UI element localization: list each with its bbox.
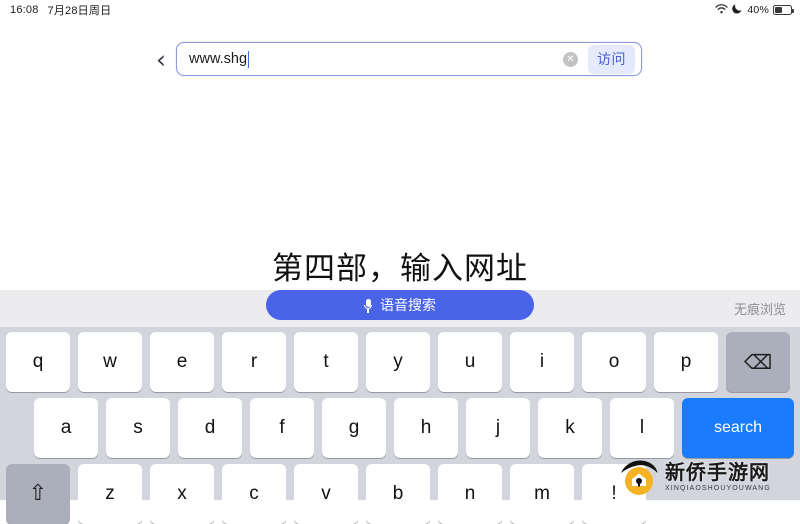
key-i[interactable]: i bbox=[510, 332, 574, 392]
key-c[interactable]: c bbox=[222, 464, 286, 524]
key-label: j bbox=[495, 417, 501, 438]
wifi-icon bbox=[715, 3, 728, 17]
clear-circle-icon[interactable]: ✕ bbox=[563, 51, 578, 67]
key-label: e bbox=[176, 351, 188, 372]
key-e[interactable]: e bbox=[150, 332, 214, 392]
key-label: t bbox=[323, 351, 329, 372]
battery-icon bbox=[773, 5, 794, 15]
key-label: v bbox=[321, 483, 331, 504]
backspace-icon: ⌫ bbox=[743, 350, 773, 374]
search-key[interactable]: search bbox=[682, 398, 794, 458]
crescent-moon-icon bbox=[732, 3, 743, 17]
voice-search-button[interactable]: 语音搜索 bbox=[266, 290, 534, 320]
voice-search-label: 语音搜索 bbox=[380, 297, 436, 313]
url-input[interactable]: www.shg bbox=[189, 50, 563, 68]
keyboard-row-1: q w e r t y u i o p ⌫ bbox=[0, 332, 800, 392]
key-p[interactable]: p bbox=[654, 332, 718, 392]
key-label: r bbox=[250, 351, 258, 372]
key-n[interactable]: n bbox=[438, 464, 502, 524]
battery-percent-label: 40% bbox=[747, 4, 769, 16]
status-date: 7月28日周日 bbox=[47, 5, 112, 17]
key-o[interactable]: o bbox=[582, 332, 646, 392]
status-bar: 16:08 7月28日周日 40% bbox=[0, 0, 800, 20]
key-label: s bbox=[133, 417, 143, 438]
key-z[interactable]: z bbox=[78, 464, 142, 524]
status-time: 16:08 bbox=[10, 4, 39, 16]
microphone-icon bbox=[364, 299, 372, 313]
key-m[interactable]: m bbox=[510, 464, 574, 524]
key-label: w bbox=[103, 351, 117, 372]
key-label: m bbox=[534, 483, 550, 504]
key-t[interactable]: t bbox=[294, 332, 358, 392]
key-label: c bbox=[249, 483, 259, 504]
key-w[interactable]: w bbox=[78, 332, 142, 392]
key-label: q bbox=[32, 351, 44, 372]
shift-icon: ⇧ bbox=[28, 481, 48, 506]
key-label: ! bbox=[611, 483, 617, 504]
key-label: b bbox=[392, 483, 404, 504]
key-x[interactable]: x bbox=[150, 464, 214, 524]
back-chevron-icon[interactable]: ‹ bbox=[150, 46, 172, 72]
key-label: h bbox=[420, 417, 432, 438]
incognito-browsing-label[interactable]: 无痕浏览 bbox=[734, 299, 786, 318]
status-bar-right: 40% bbox=[715, 3, 794, 17]
key-g[interactable]: g bbox=[322, 398, 386, 458]
key-label: x bbox=[177, 483, 187, 504]
status-bar-left: 16:08 7月28日周日 bbox=[10, 2, 111, 18]
key-h[interactable]: h bbox=[394, 398, 458, 458]
address-bar[interactable]: www.shg ✕ 访问 bbox=[176, 42, 642, 76]
key-label: z bbox=[105, 483, 115, 504]
key-k[interactable]: k bbox=[538, 398, 602, 458]
key-label: a bbox=[60, 417, 72, 438]
text-caret bbox=[248, 50, 250, 68]
key-label: p bbox=[680, 351, 692, 372]
visit-button[interactable]: 访问 bbox=[588, 44, 635, 74]
overlay-caption: 第四部，输入网址 bbox=[272, 251, 528, 287]
keyboard-row-3: ⇧ z x c v b n m! bbox=[0, 464, 800, 524]
key-b[interactable]: b bbox=[366, 464, 430, 524]
shift-key[interactable]: ⇧ bbox=[6, 464, 70, 524]
backspace-key[interactable]: ⌫ bbox=[726, 332, 790, 392]
key-j[interactable]: j bbox=[466, 398, 530, 458]
key-s[interactable]: s bbox=[106, 398, 170, 458]
key-label: y bbox=[393, 351, 403, 372]
key-![interactable]: ! bbox=[582, 464, 646, 524]
key-f[interactable]: f bbox=[250, 398, 314, 458]
key-label: g bbox=[348, 417, 360, 438]
tablet-browser-screen: 16:08 7月28日周日 40% ‹ www.shg ✕ 访问 第四部，输入网… bbox=[0, 0, 800, 524]
onscreen-keyboard: q w e r t y u i o p ⌫ a s d f g h j k l search ⇧ z x c v b n m! bbox=[0, 327, 800, 524]
key-label: d bbox=[204, 417, 216, 438]
key-d[interactable]: d bbox=[178, 398, 242, 458]
key-label: f bbox=[279, 417, 285, 438]
url-input-value: www.shg bbox=[189, 51, 248, 67]
key-y[interactable]: y bbox=[366, 332, 430, 392]
key-label: search bbox=[713, 419, 763, 436]
key-label: n bbox=[464, 483, 476, 504]
keyboard-row-2: a s d f g h j k l search bbox=[0, 398, 800, 458]
key-u[interactable]: u bbox=[438, 332, 502, 392]
key-r[interactable]: r bbox=[222, 332, 286, 392]
browser-toolbar: ‹ www.shg ✕ 访问 bbox=[0, 20, 800, 76]
key-label: l bbox=[639, 417, 645, 438]
key-v[interactable]: v bbox=[294, 464, 358, 524]
key-q[interactable]: q bbox=[6, 332, 70, 392]
key-label: u bbox=[464, 351, 476, 372]
key-label: i bbox=[539, 351, 545, 372]
key-a[interactable]: a bbox=[34, 398, 98, 458]
key-label: o bbox=[608, 351, 620, 372]
key-label: k bbox=[565, 417, 575, 438]
key-l[interactable]: l bbox=[610, 398, 674, 458]
